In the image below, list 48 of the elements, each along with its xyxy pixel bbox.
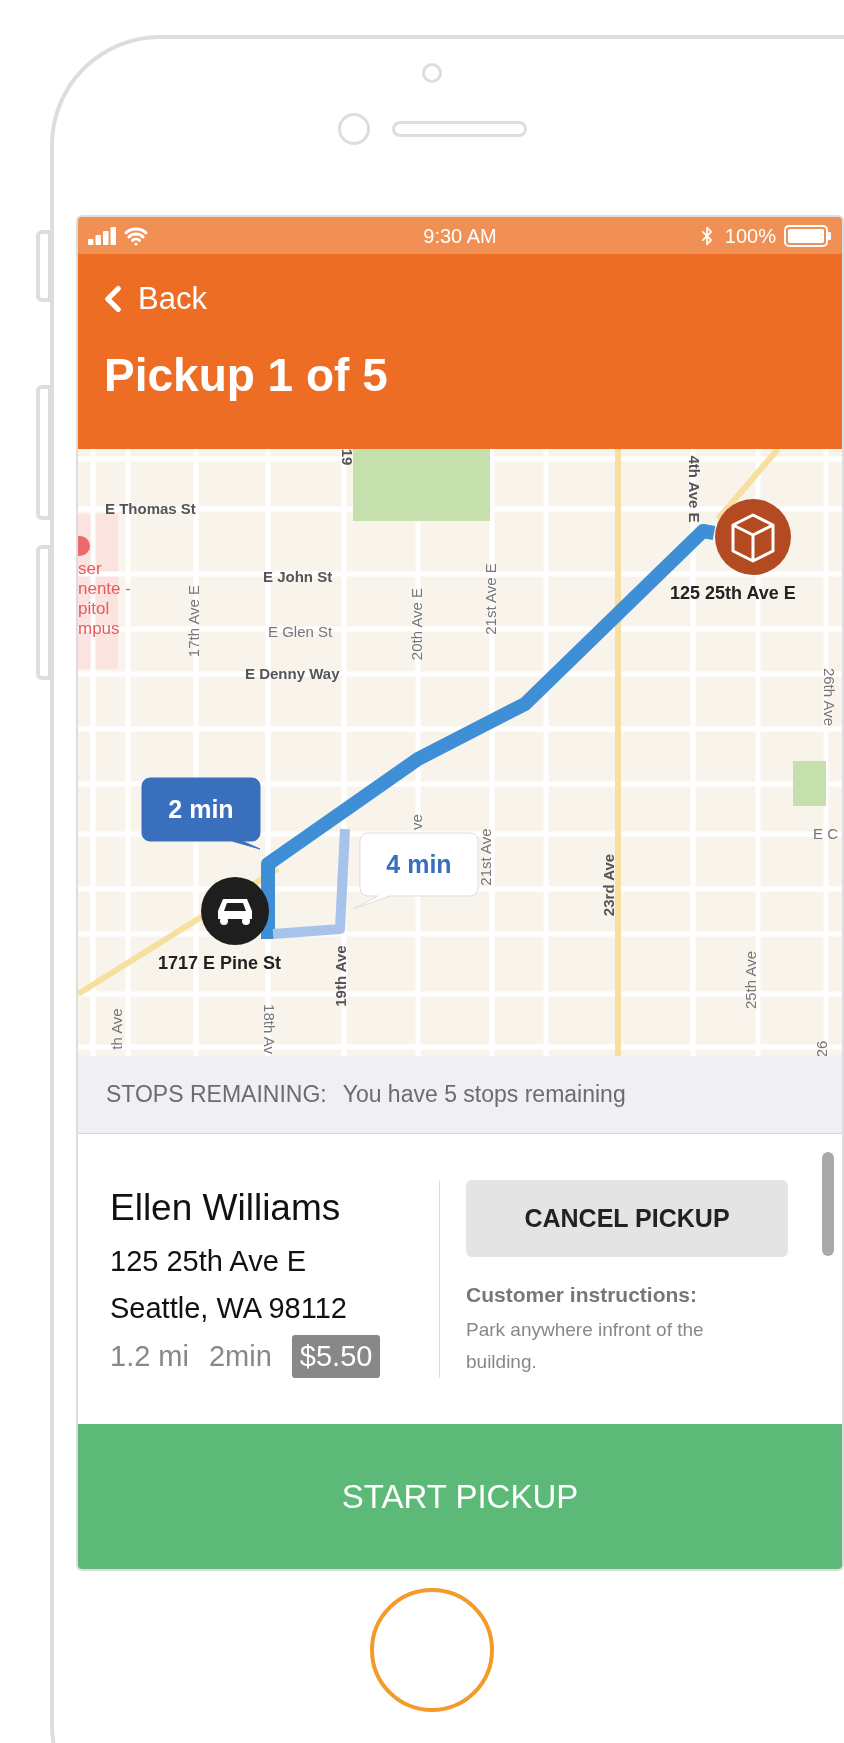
distance-text: 1.2 mi bbox=[110, 1338, 189, 1374]
stops-label: STOPS REMAINING: bbox=[106, 1080, 327, 1110]
street-label: 26th Ave bbox=[821, 667, 839, 727]
instructions-text: Park anywhere infront of the building. bbox=[466, 1318, 705, 1375]
park-area bbox=[793, 761, 826, 806]
street-label: 25th Ave bbox=[741, 950, 759, 1010]
street-label: th Ave bbox=[107, 1008, 125, 1050]
street-label: 17th Ave E bbox=[184, 584, 202, 658]
destination-label: 125 25th Ave E bbox=[670, 583, 796, 603]
street-label: 21st Ave bbox=[476, 828, 494, 886]
street-label: 21st Ave E bbox=[481, 563, 499, 635]
battery-percent: 100% bbox=[724, 223, 776, 249]
origin-label: 1717 E Pine St bbox=[158, 953, 282, 973]
stops-text: You have 5 stops remaining bbox=[342, 1080, 626, 1110]
street-label: E C bbox=[813, 825, 838, 842]
page-title: Pickup 1 of 5 bbox=[104, 347, 389, 403]
street-label: 19th Ave bbox=[331, 945, 349, 1007]
street-label: 18th Av bbox=[261, 1004, 279, 1054]
poi-label: ser nente - pitol mpus bbox=[78, 559, 131, 638]
eta-bubble[interactable]: 4 min bbox=[352, 832, 479, 910]
street-label: 20th Ave E bbox=[407, 587, 425, 661]
street-label: 19 bbox=[339, 449, 357, 466]
street-label: 4th Ave E bbox=[686, 455, 704, 523]
address-line: 125 25th Ave E bbox=[110, 1243, 308, 1279]
instructions-title: Customer instructions: bbox=[466, 1281, 699, 1308]
sensor-icon bbox=[337, 113, 370, 145]
cancel-pickup-button[interactable]: CANCEL PICKUP bbox=[466, 1179, 788, 1257]
street-label: 26 bbox=[812, 1040, 830, 1056]
battery-icon bbox=[784, 224, 832, 247]
fare-badge: $5.50 bbox=[291, 1334, 381, 1378]
street-label: E John St bbox=[263, 568, 333, 585]
package-pin-icon[interactable] bbox=[715, 499, 791, 575]
speaker-icon bbox=[391, 121, 527, 137]
street-label: ve bbox=[407, 814, 425, 830]
customer-name: Ellen Williams bbox=[110, 1186, 342, 1230]
hospital-icon bbox=[78, 536, 90, 556]
camera-icon bbox=[422, 63, 442, 83]
address-line: Seattle, WA 98112 bbox=[110, 1291, 348, 1326]
signal-icon bbox=[88, 226, 118, 245]
street-label: E Denny Way bbox=[245, 665, 340, 682]
street-label: 23rd Ave bbox=[599, 853, 617, 917]
street-label: E Thomas St bbox=[105, 500, 196, 517]
status-time: 9:30 AM bbox=[422, 223, 498, 249]
street-map-drawing[interactable] bbox=[78, 449, 842, 1056]
street-label: E Glen St bbox=[268, 623, 333, 640]
back-button[interactable]: Back bbox=[92, 276, 207, 323]
car-pin-icon[interactable] bbox=[201, 877, 269, 945]
duration-text: 2min bbox=[209, 1338, 272, 1374]
